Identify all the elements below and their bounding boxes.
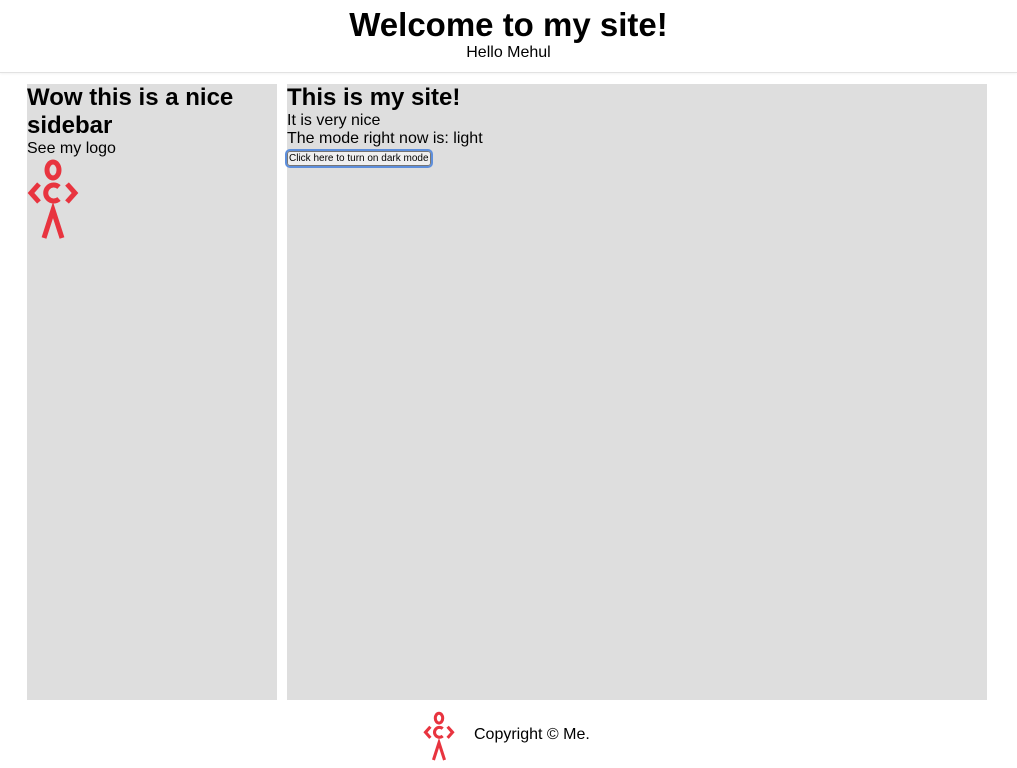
stick-figure-logo-icon — [423, 711, 455, 761]
main-title: This is my site! — [287, 84, 461, 111]
dark-mode-toggle-button[interactable]: Click here to turn on dark mode — [285, 149, 433, 168]
main-line-1: It is very nice — [287, 112, 381, 129]
greeting-text: Hello Mehul — [466, 44, 551, 61]
sidebar: Wow this is a nice sidebar See my logo — [27, 84, 277, 700]
page-header: Welcome to my site! Hello Mehul — [0, 0, 1017, 73]
sidebar-caption: See my logo — [27, 140, 116, 157]
stick-figure-logo-icon — [27, 159, 79, 239]
mode-status-text: The mode right now is: light — [287, 130, 483, 147]
site-title: Welcome to my site! — [349, 6, 668, 43]
copyright-text: Copyright © Me. — [474, 726, 590, 743]
sidebar-title: Wow this is a nice sidebar — [27, 84, 234, 139]
main-content: This is my site! It is very nice The mod… — [285, 84, 987, 700]
page-footer: Copyright © Me. — [0, 708, 1017, 768]
